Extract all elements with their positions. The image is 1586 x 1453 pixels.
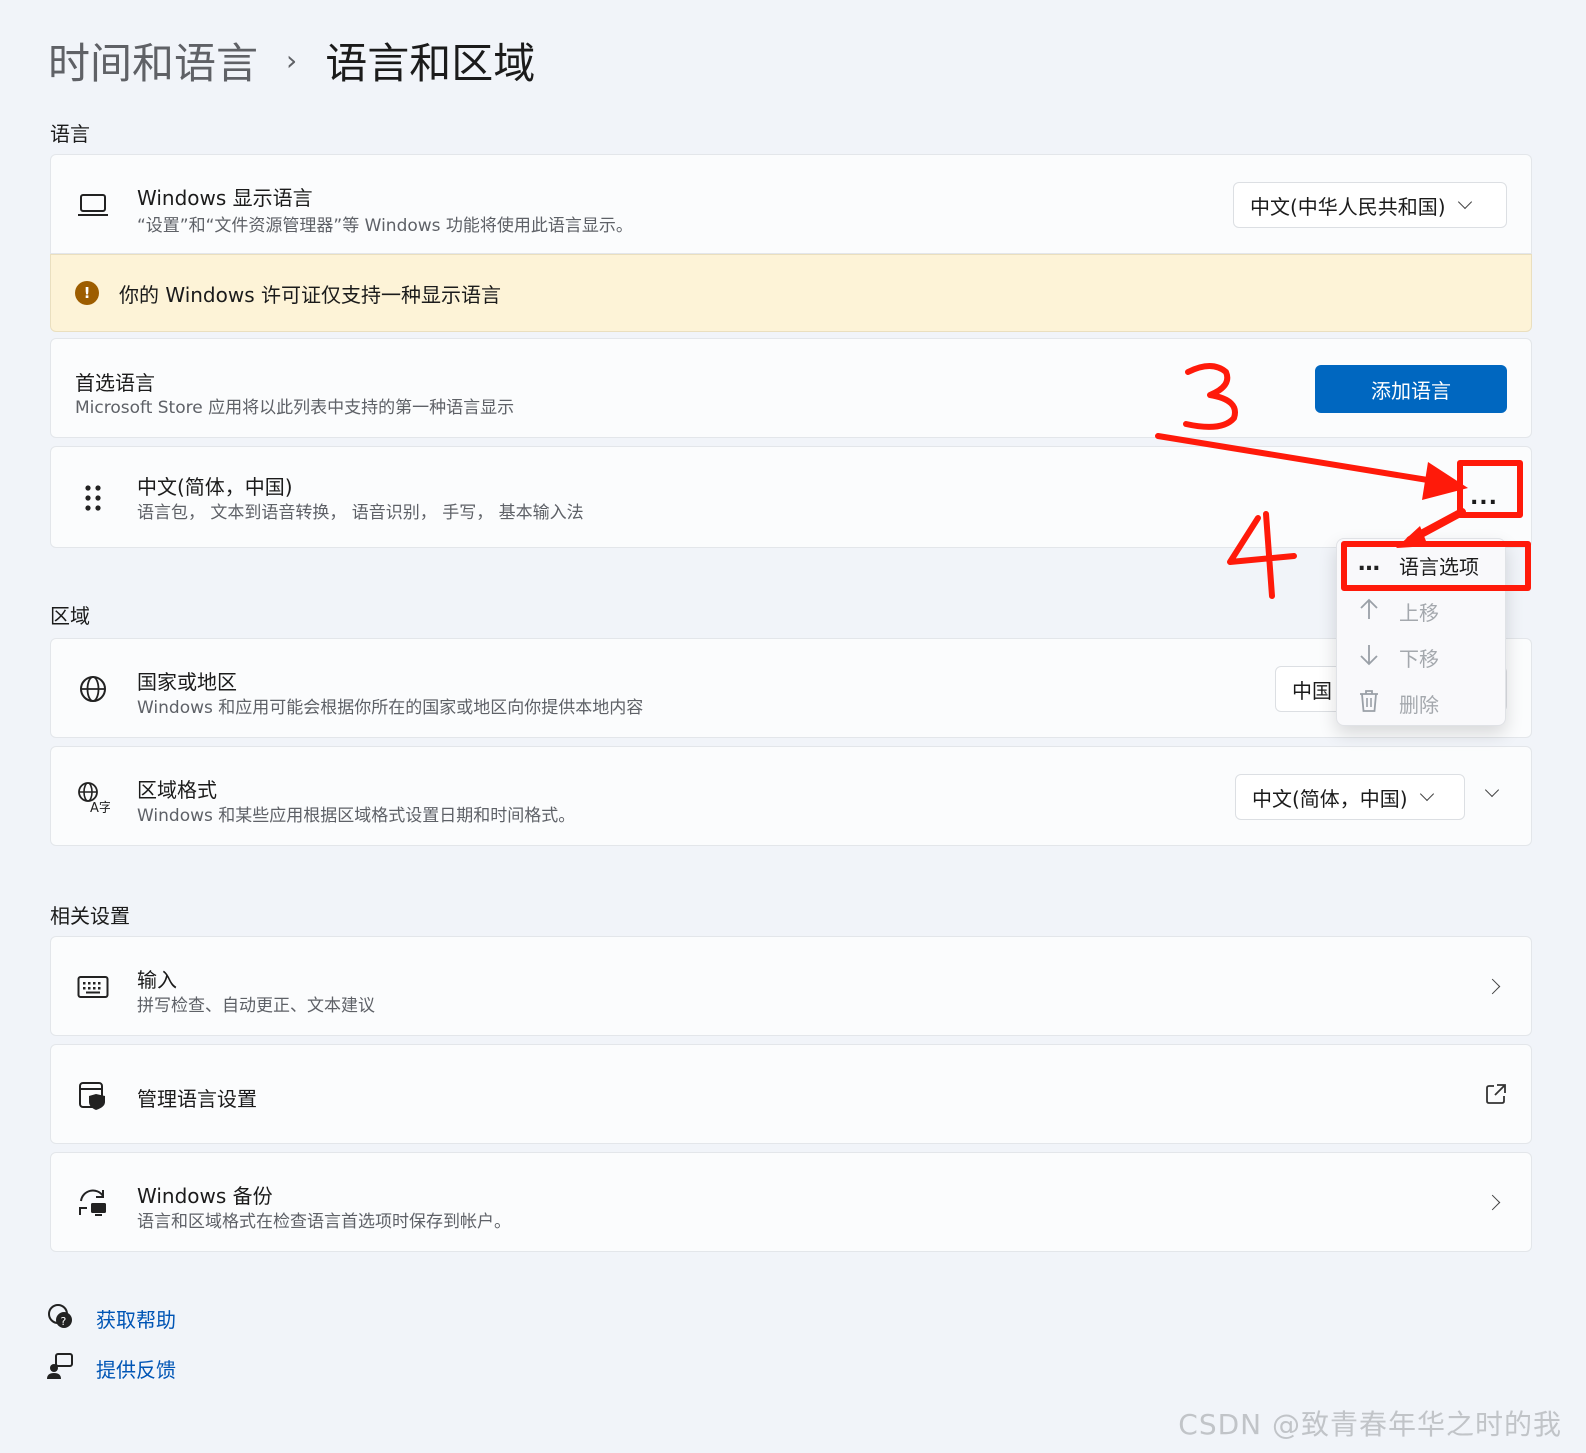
arrow-up-icon xyxy=(1357,597,1381,621)
preferred-language-desc: Microsoft Store 应用将以此列表中支持的第一种语言显示 xyxy=(75,398,515,418)
chevron-down-icon xyxy=(1419,786,1434,802)
regional-format-card[interactable]: A字 区域格式 Windows 和某些应用根据区域格式设置日期和时间格式。 中文… xyxy=(50,746,1532,846)
breadcrumb-separator: › xyxy=(286,44,298,77)
chevron-right-icon xyxy=(1484,1194,1501,1211)
menu-item-label: 下移 xyxy=(1399,647,1439,671)
annotation-step-4: 4 xyxy=(1230,559,1232,561)
region-format-icon: A字 xyxy=(75,779,111,815)
windows-backup-title: Windows 备份 xyxy=(137,1184,273,1208)
more-dots-icon: … xyxy=(1358,551,1380,576)
language-context-menu: … 语言选项 上移 下移 删除 xyxy=(1336,538,1506,726)
backup-sync-icon xyxy=(75,1185,111,1221)
feedback-icon xyxy=(46,1352,74,1380)
menu-item-label: 删除 xyxy=(1399,693,1439,717)
preferred-language-title: 首选语言 xyxy=(75,371,155,395)
country-region-card: 国家或地区 Windows 和应用可能会根据你所在的国家或地区向你提供本地内容 … xyxy=(50,638,1532,738)
license-warning-text: 你的 Windows 许可证仅支持一种显示语言 xyxy=(119,283,501,307)
arrow-down-icon xyxy=(1357,643,1381,667)
page-title: 语言和区域 xyxy=(325,39,536,88)
input-desc: 拼写检查、自动更正、文本建议 xyxy=(137,996,375,1016)
laptop-icon xyxy=(75,187,111,223)
chevron-right-icon xyxy=(1484,978,1501,995)
more-options-button[interactable]: ... xyxy=(1461,477,1507,517)
preferred-language-card: 首选语言 Microsoft Store 应用将以此列表中支持的第一种语言显示 … xyxy=(50,338,1532,438)
section-region-label: 区域 xyxy=(50,604,90,628)
input-title: 输入 xyxy=(137,968,177,992)
country-region-value: 中国 xyxy=(1292,678,1332,703)
display-language-desc: “设置”和“文件资源管理器”等 Windows 功能将使用此语言显示。 xyxy=(137,216,633,236)
menu-item-label: 上移 xyxy=(1399,601,1439,625)
country-region-desc: Windows 和应用可能会根据你所在的国家或地区向你提供本地内容 xyxy=(137,698,644,718)
admin-language-card[interactable]: 管理语言设置 xyxy=(50,1044,1532,1144)
expand-chevron-icon[interactable] xyxy=(1484,782,1500,798)
give-feedback-link[interactable]: 提供反馈 xyxy=(96,1354,176,1383)
language-item-title: 中文(简体，中国) xyxy=(137,475,293,499)
menu-item-remove[interactable]: 删除 xyxy=(1337,679,1507,723)
admin-shield-window-icon xyxy=(75,1077,111,1113)
section-language-label: 语言 xyxy=(50,122,90,146)
display-language-title: Windows 显示语言 xyxy=(137,186,313,210)
menu-item-label: 语言选项 xyxy=(1399,555,1479,579)
display-language-value: 中文(中华人民共和国) xyxy=(1250,194,1446,219)
external-link-icon xyxy=(1485,1083,1507,1109)
breadcrumb: 时间和语言 › 语言和区域 xyxy=(48,30,535,91)
menu-item-language-options[interactable]: … 语言选项 xyxy=(1337,541,1507,585)
help-icon: ? xyxy=(46,1302,74,1330)
language-item-zh-cn[interactable]: 中文(简体，中国) 语言包， 文本到语音转换， 语音识别， 手写， 基本输入法 … xyxy=(50,446,1532,548)
keyboard-icon xyxy=(75,969,111,1005)
windows-backup-desc: 语言和区域格式在检查语言首选项时保存到帐户。 xyxy=(137,1212,511,1232)
chevron-down-icon xyxy=(1457,194,1472,210)
regional-format-desc: Windows 和某些应用根据区域格式设置日期和时间格式。 xyxy=(137,806,576,826)
regional-format-value: 中文(简体，中国) xyxy=(1252,786,1408,811)
display-language-dropdown[interactable]: 中文(中华人民共和国) xyxy=(1233,182,1507,228)
svg-text:A字: A字 xyxy=(90,801,110,814)
regional-format-title: 区域格式 xyxy=(137,778,217,802)
warning-icon: ! xyxy=(75,281,99,305)
regional-format-dropdown[interactable]: 中文(简体，中国) xyxy=(1235,774,1465,820)
drag-handle-icon[interactable] xyxy=(75,480,111,516)
trash-icon xyxy=(1357,689,1381,713)
display-language-card: Windows 显示语言 “设置”和“文件资源管理器”等 Windows 功能将… xyxy=(50,154,1532,254)
breadcrumb-parent[interactable]: 时间和语言 xyxy=(48,30,258,91)
get-help-link[interactable]: 获取帮助 xyxy=(96,1304,176,1333)
section-related-label: 相关设置 xyxy=(50,904,130,928)
menu-item-move-up[interactable]: 上移 xyxy=(1337,587,1507,631)
license-warning-bar: ! 你的 Windows 许可证仅支持一种显示语言 xyxy=(50,254,1532,332)
admin-language-title: 管理语言设置 xyxy=(137,1087,257,1111)
windows-backup-card[interactable]: Windows 备份 语言和区域格式在检查语言首选项时保存到帐户。 xyxy=(50,1152,1532,1252)
add-language-button[interactable]: 添加语言 xyxy=(1315,365,1507,413)
globe-icon xyxy=(75,671,111,707)
language-item-features: 语言包， 文本到语音转换， 语音识别， 手写， 基本输入法 xyxy=(137,503,584,523)
watermark: CSDN @致青春年华之时的我 xyxy=(1178,1408,1562,1441)
input-settings-card[interactable]: 输入 拼写检查、自动更正、文本建议 xyxy=(50,936,1532,1036)
country-region-title: 国家或地区 xyxy=(137,670,237,694)
menu-item-move-down[interactable]: 下移 xyxy=(1337,633,1507,677)
svg-text:?: ? xyxy=(61,1315,67,1328)
